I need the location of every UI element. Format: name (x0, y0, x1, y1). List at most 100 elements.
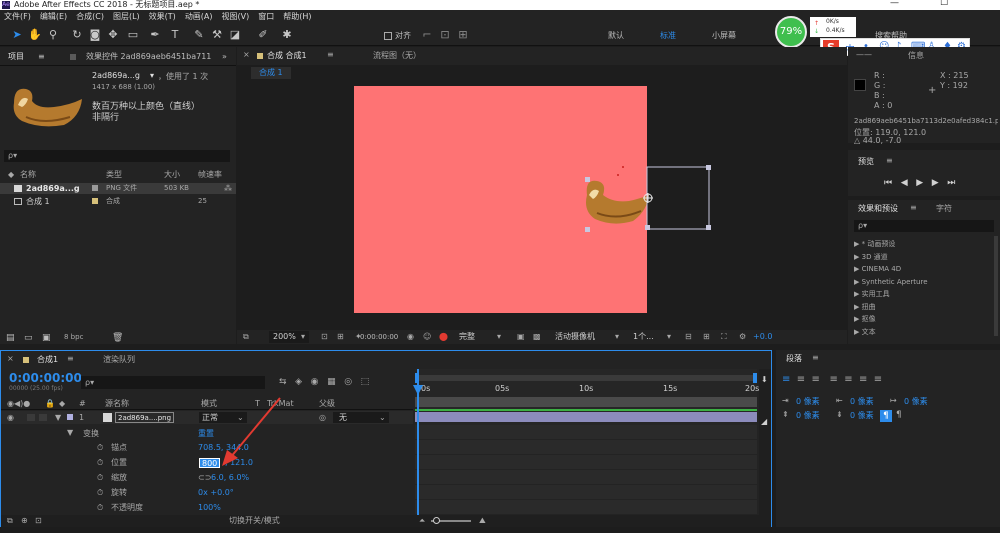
property-value[interactable]: 100% (198, 501, 221, 515)
project-tab[interactable]: 项目 (8, 50, 24, 64)
dropdown-arrow-icon[interactable]: ▾ (150, 71, 154, 80)
fast-preview-icon[interactable]: ⊟ (685, 330, 692, 344)
timeline-scrollbar[interactable]: ⬇ ◢ (759, 369, 771, 515)
time-ruler[interactable]: 0s 05s 10s 15s 20s (415, 383, 759, 397)
zoom-slider-thumb[interactable] (433, 517, 440, 524)
menu-layer[interactable]: 图层(L) (113, 12, 140, 21)
views-select[interactable]: 1个... (633, 330, 654, 344)
lock-toggle[interactable] (39, 414, 47, 421)
transform-expand-icon[interactable]: ▼ (67, 428, 73, 437)
sort-icon[interactable]: ◆ (8, 169, 14, 181)
layer-duration-bar[interactable] (415, 412, 757, 422)
layer-artwork[interactable] (573, 165, 713, 235)
column-parent[interactable]: 父级 (319, 398, 335, 410)
project-tab-menu[interactable]: ≡ (38, 50, 45, 64)
timeline-tab-menu[interactable]: ≡ (67, 354, 74, 363)
label-swatch[interactable] (67, 414, 73, 420)
camera-tool-icon[interactable]: ◙ (88, 28, 102, 42)
menu-composition[interactable]: 合成(C) (76, 12, 104, 21)
bpc-label[interactable]: 8 bpc (64, 333, 83, 341)
justify-right-icon[interactable]: ≡ (859, 374, 867, 385)
new-comp-icon[interactable]: ▣ (42, 333, 51, 343)
snap-checkbox[interactable] (384, 32, 392, 40)
stopwatch-icon[interactable]: ⏱ (97, 456, 103, 470)
battery-widget[interactable]: 79% (775, 16, 807, 48)
property-value[interactable]: 6.0, 6.0% (211, 471, 249, 485)
next-frame-icon[interactable]: ▶ (932, 178, 939, 188)
justify-left-icon[interactable]: ≡ (829, 374, 837, 385)
menu-window[interactable]: 窗口 (258, 12, 274, 21)
effects-category[interactable]: ▶ * 动画预设 (854, 238, 994, 251)
show-snapshot-icon[interactable]: ☺ (423, 330, 431, 344)
work-area-end-handle[interactable] (753, 373, 757, 383)
maximize-button[interactable]: ☐ (940, 0, 948, 8)
paragraph-tab[interactable]: 段落 (786, 353, 802, 364)
comp-subtab[interactable]: 合成 1 (251, 67, 291, 79)
hand-tool-icon[interactable]: ✋ (28, 28, 42, 42)
roto-brush-tool-icon[interactable]: ✐ (256, 28, 270, 42)
workspace-standard[interactable]: 标准 (660, 30, 676, 41)
pen-tool-icon[interactable]: ✒ (148, 28, 162, 42)
effects-search-input[interactable]: ρ▾ (854, 220, 994, 232)
menu-edit[interactable]: 编辑(E) (40, 12, 67, 21)
project-item-row[interactable]: 2ad869a...g PNG 文件 503 KB ⁂ (0, 183, 236, 194)
project-item-row[interactable]: 合成 1 合成 25 (0, 196, 236, 207)
new-folder-icon[interactable]: ▭ (24, 333, 33, 343)
rotate-tool-icon[interactable]: ↻ (70, 28, 84, 42)
column-name[interactable]: 名称 (20, 169, 36, 181)
zoom-tool-icon[interactable]: ⚲ (46, 28, 60, 42)
draft-3d-icon[interactable]: ◈ (295, 377, 302, 387)
motion-blur-icon[interactable]: ◎ (344, 377, 352, 387)
effects-category[interactable]: ▶ CINEMA 4D (854, 263, 994, 276)
effect-controls-tab[interactable]: 效果控件 2ad869aeb6451ba7113 (86, 50, 212, 64)
transparency-grid-icon[interactable]: ▩ (533, 330, 541, 344)
preview-tab[interactable]: 预览 (858, 156, 874, 167)
zoom-out-icon[interactable]: ⏶ (419, 515, 425, 527)
reset-exposure-icon[interactable]: ⚙ (739, 330, 746, 344)
workspace-small-screen[interactable]: 小屏幕 (712, 30, 736, 41)
solo-toggle[interactable] (27, 414, 35, 421)
safe-zones-icon[interactable]: ⊡ (321, 330, 328, 344)
rectangle-tool-icon[interactable]: ▭ (126, 28, 140, 42)
timeline-timecode[interactable]: 0:00:00:00 (9, 371, 82, 385)
puppet-tool-icon[interactable]: ✱ (280, 28, 294, 42)
label-swatch[interactable] (92, 185, 98, 191)
type-tool-icon[interactable]: T (168, 28, 182, 42)
stopwatch-icon[interactable]: ⏱ (97, 486, 103, 500)
indent-right-value[interactable]: 0 像素 (850, 396, 874, 407)
camera-select[interactable]: 活动摄像机 (555, 330, 595, 344)
clone-stamp-tool-icon[interactable]: ⚒ (210, 28, 224, 42)
graph-editor-icon[interactable]: ⬚ (361, 377, 370, 387)
last-frame-icon[interactable]: ⏭ (947, 178, 955, 188)
menu-animation[interactable]: 动画(A) (185, 12, 213, 21)
channel-icon[interactable]: ⬤ (439, 330, 448, 344)
play-icon[interactable]: ▶ (916, 178, 923, 188)
snap-grid-icon[interactable]: ⊞ (456, 28, 470, 42)
delete-icon[interactable]: 🗑 (112, 333, 123, 343)
timeline-search-input[interactable]: ρ▾ (81, 376, 265, 389)
property-value[interactable]: 0x +0.0° (198, 486, 234, 500)
stopwatch-icon[interactable]: ⏱ (97, 501, 103, 515)
menu-view[interactable]: 视图(V) (222, 12, 250, 21)
layer-name[interactable]: 2ad869a....png (115, 412, 175, 423)
expand-layer-icon[interactable]: ▼ (55, 411, 61, 424)
frame-blending-icon[interactable]: ▦ (327, 377, 336, 387)
stopwatch-icon[interactable]: ⏱ (97, 441, 103, 455)
constrain-link-icon[interactable]: ⊂⊃ (198, 471, 211, 485)
ltr-direction-icon[interactable]: ¶ (880, 410, 892, 422)
snapshot-icon[interactable]: ◉ (407, 330, 414, 344)
hierarchy-icon[interactable]: ⁂ (224, 183, 232, 194)
menu-effect[interactable]: 效果(T) (149, 12, 176, 21)
viewer-timecode[interactable]: 0:00:00:00 (360, 330, 398, 344)
align-center-icon[interactable]: ≡ (797, 374, 805, 385)
minimize-button[interactable]: — (890, 0, 899, 8)
transfer-controls-icon[interactable]: ⊕ (21, 515, 28, 527)
timeline-tab[interactable]: 合成1 (37, 354, 58, 365)
justify-all-icon[interactable]: ≡ (874, 374, 882, 385)
effects-scrollbar[interactable] (994, 236, 998, 336)
effects-tab[interactable]: 效果和预设 (858, 203, 898, 214)
interpret-footage-icon[interactable]: ▤ (6, 333, 15, 343)
effects-category[interactable]: ▶ 文本 (854, 326, 994, 339)
effects-category[interactable]: ▶ 3D 通道 (854, 251, 994, 264)
project-search-input[interactable]: ρ▾ (4, 150, 230, 162)
